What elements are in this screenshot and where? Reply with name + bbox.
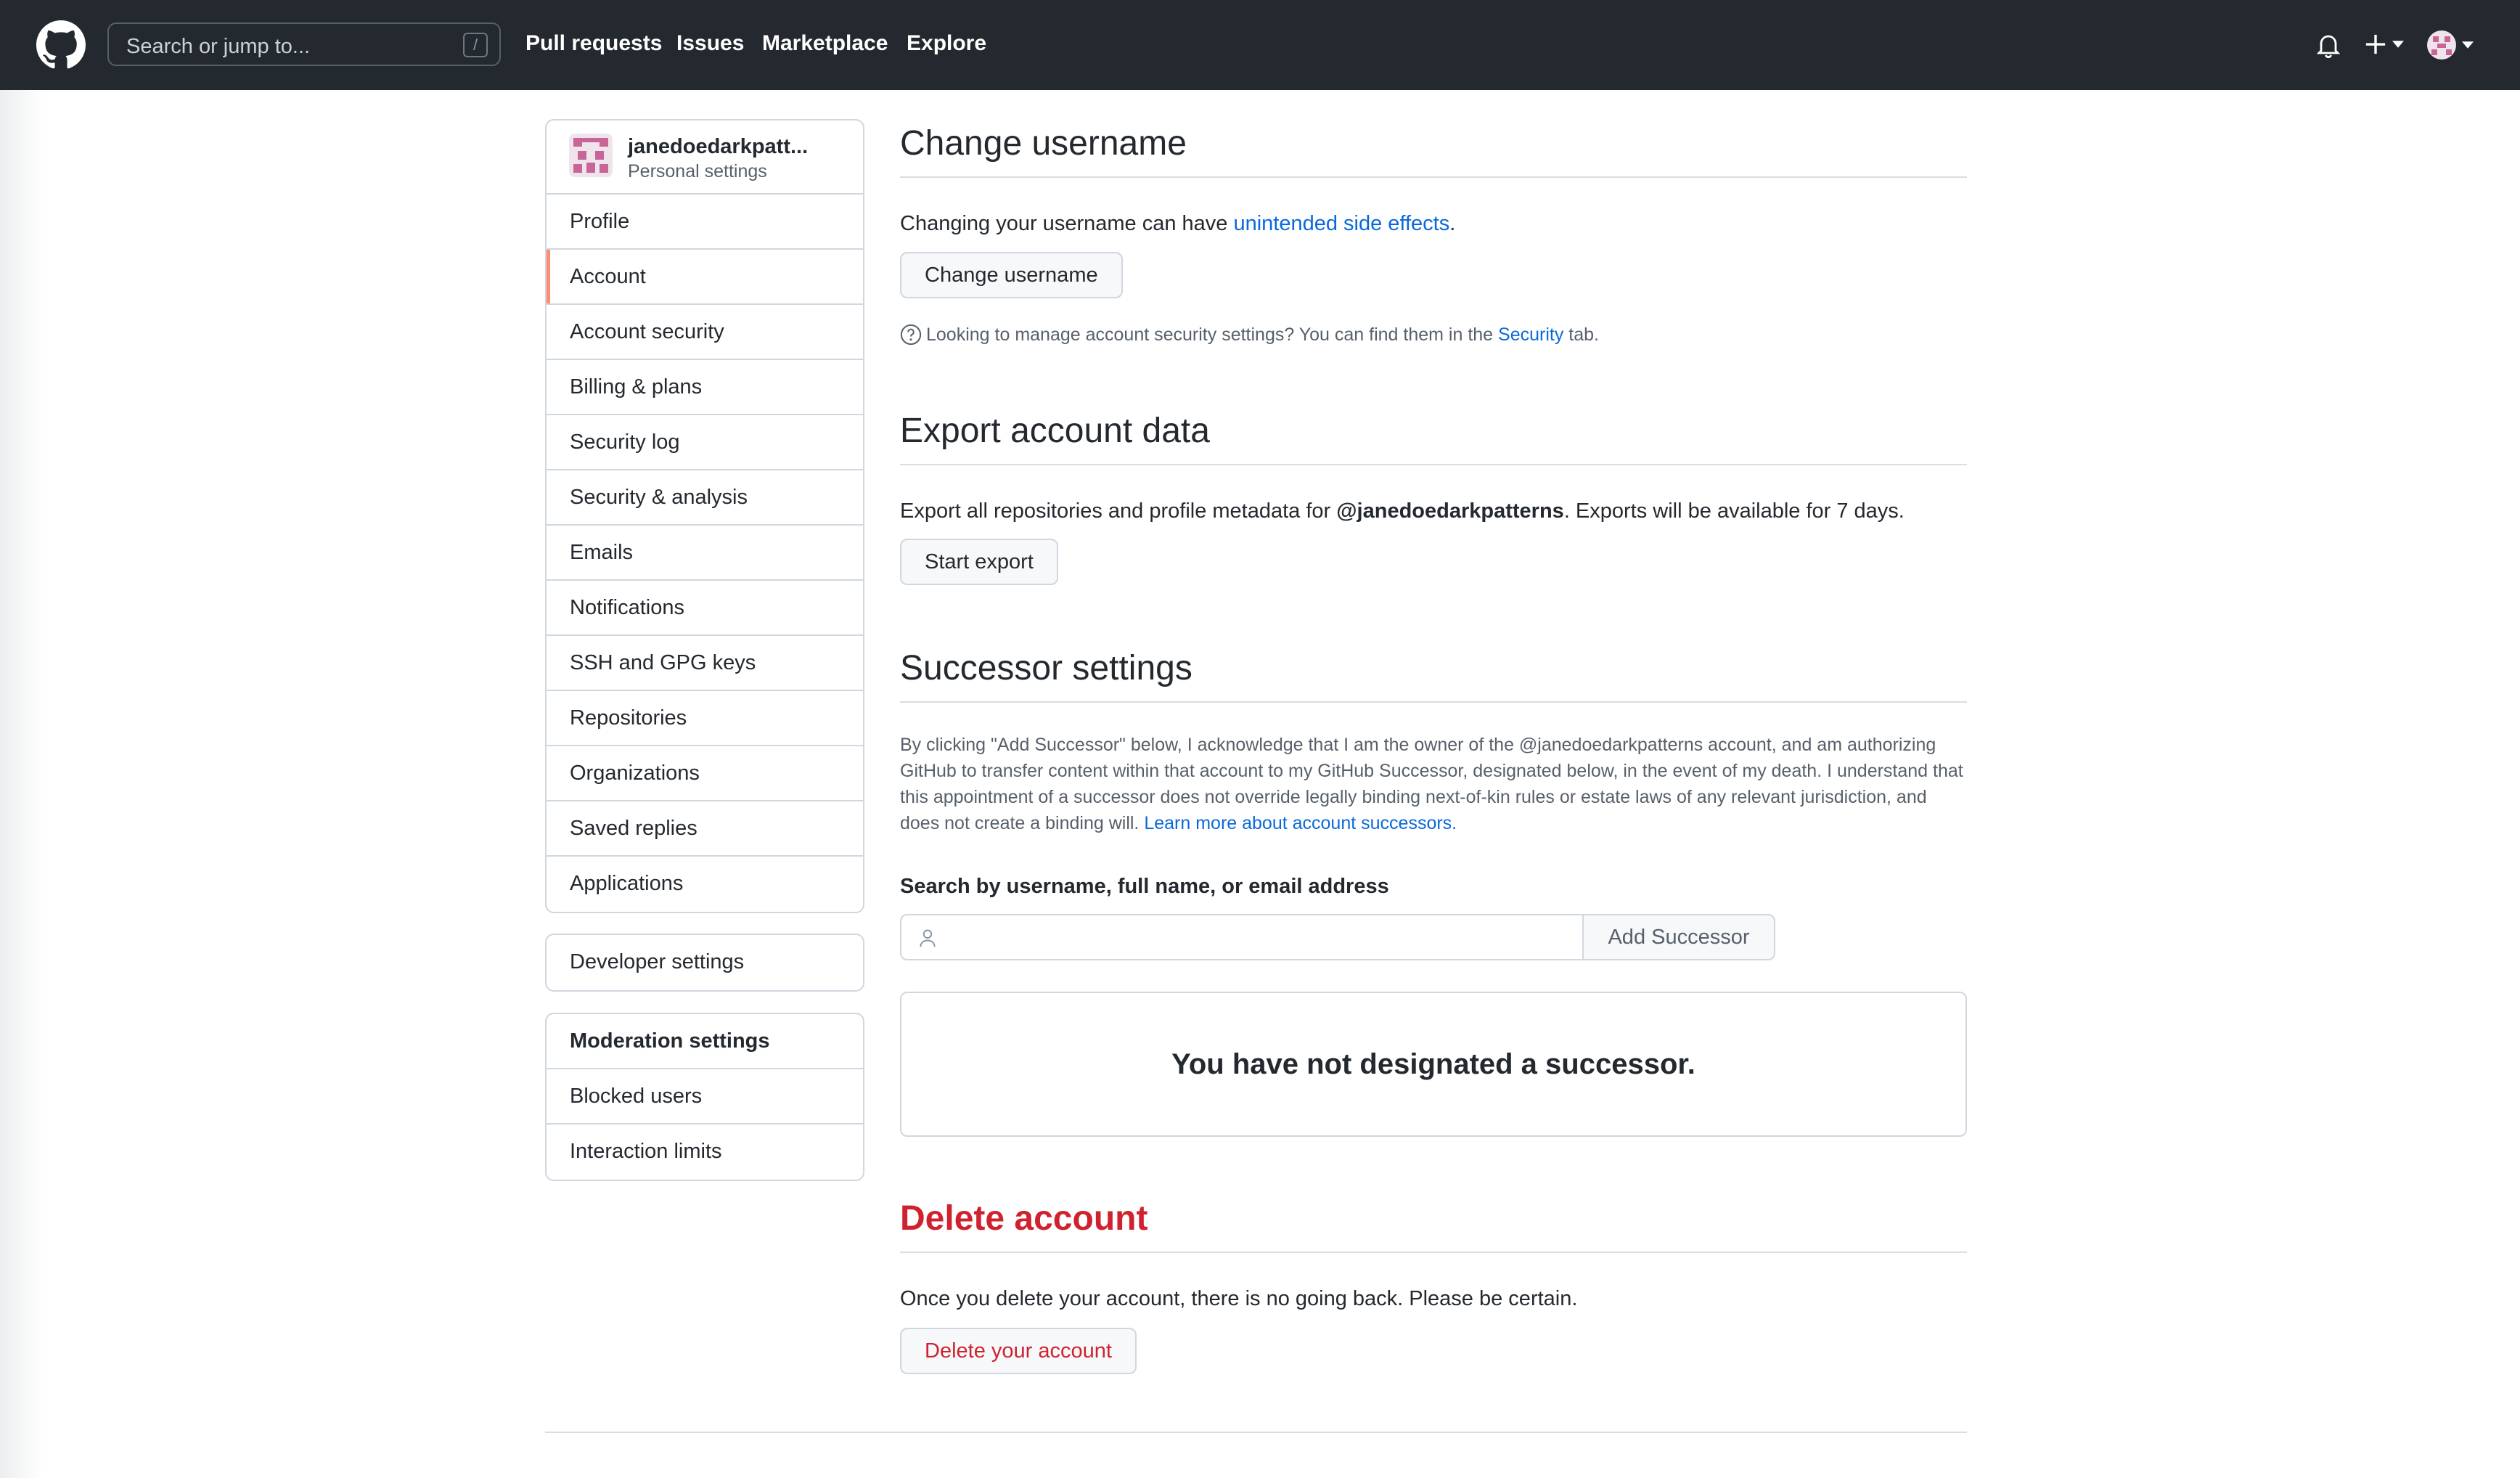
start-export-button[interactable]: Start export	[900, 539, 1058, 585]
successor-search-label: Search by username, full name, or email …	[900, 875, 1389, 898]
export-text-after: . Exports will be available for 7 days.	[1563, 499, 1905, 523]
sidebar-item-organizations[interactable]: Organizations	[547, 746, 863, 801]
sidebar-item-emails[interactable]: Emails	[547, 526, 863, 581]
security-note: Looking to manage account security setti…	[900, 324, 1599, 346]
sidebar-item-account-security[interactable]: Account security	[547, 305, 863, 360]
notifications-bell-icon[interactable]	[2317, 33, 2340, 58]
sidebar-item-profile[interactable]: Profile	[547, 195, 863, 250]
github-logo-icon[interactable]	[36, 20, 86, 70]
sidebar-item-ssh-gpg-keys[interactable]: SSH and GPG keys	[547, 636, 863, 691]
delete-account-text: Once you delete your account, there is n…	[900, 1287, 1578, 1310]
export-text: Export all repositories and profile meta…	[900, 499, 1905, 523]
settings-menu-header: janedoedarkpatt... Personal settings	[547, 121, 863, 195]
menu-subtitle: Personal settings	[628, 161, 767, 181]
add-successor-button[interactable]: Add Successor	[1582, 914, 1775, 960]
change-username-text: Changing your username can have unintend…	[900, 212, 1455, 236]
sidebar-item-applications[interactable]: Applications	[547, 857, 863, 912]
sidebar-item-billing[interactable]: Billing & plans	[547, 360, 863, 415]
successor-search-group: Add Successor	[900, 914, 1775, 960]
successor-settings-title: Successor settings	[900, 648, 1967, 703]
sidebar-item-saved-replies[interactable]: Saved replies	[547, 801, 863, 857]
search-placeholder: Search or jump to...	[126, 35, 311, 58]
change-username-title: Change username	[900, 123, 1967, 178]
caret-down-icon	[2392, 41, 2404, 48]
sidebar-item-notifications[interactable]: Notifications	[547, 581, 863, 636]
sidebar-item-developer-settings[interactable]: Developer settings	[547, 935, 863, 990]
nav-marketplace[interactable]: Marketplace	[762, 31, 888, 56]
successor-paragraph: By clicking "Add Successor" below, I ack…	[900, 732, 1967, 836]
top-header: Search or jump to... / Pull requests Iss…	[0, 0, 2520, 90]
page-edge-shade	[0, 90, 44, 1478]
user-menu-dropdown[interactable]	[2427, 30, 2485, 60]
export-handle: @janedoedarkpatterns	[1336, 499, 1564, 523]
sidebar-item-security-analysis[interactable]: Security & analysis	[547, 470, 863, 526]
security-note-before: Looking to manage account security setti…	[926, 324, 1499, 345]
nav-pull-requests[interactable]: Pull requests	[525, 31, 662, 56]
plus-icon	[2365, 34, 2386, 54]
security-note-after: tab.	[1563, 324, 1599, 345]
export-account-title: Export account data	[900, 411, 1967, 465]
person-icon	[920, 929, 936, 947]
sidebar-item-interaction-limits[interactable]: Interaction limits	[547, 1124, 863, 1180]
unintended-side-effects-link[interactable]: unintended side effects	[1233, 212, 1449, 235]
search-input[interactable]: Search or jump to... /	[107, 23, 501, 66]
moderation-settings-menu: Moderation settings Blocked users Intera…	[545, 1013, 864, 1181]
sidebar-item-account[interactable]: Account	[547, 250, 863, 305]
footer-divider	[545, 1432, 1967, 1433]
sidebar-item-blocked-users[interactable]: Blocked users	[547, 1069, 863, 1124]
successor-search-input[interactable]	[900, 914, 1584, 960]
nav-issues[interactable]: Issues	[676, 31, 744, 56]
security-tab-link[interactable]: Security	[1498, 324, 1563, 345]
nav-explore[interactable]: Explore	[907, 31, 986, 56]
moderation-settings-heading: Moderation settings	[547, 1014, 863, 1069]
change-username-text-before: Changing your username can have	[900, 212, 1234, 235]
change-username-button[interactable]: Change username	[900, 252, 1123, 298]
create-new-dropdown[interactable]	[2365, 32, 2423, 58]
delete-account-title: Delete account	[900, 1199, 1967, 1253]
successor-empty-state: You have not designated a successor.	[900, 992, 1967, 1137]
caret-down-icon	[2462, 41, 2474, 49]
change-username-text-after: .	[1449, 212, 1456, 235]
slash-shortcut-icon: /	[463, 33, 488, 57]
learn-more-successors-link[interactable]: Learn more about account successors.	[1144, 813, 1457, 833]
sidebar-item-repositories[interactable]: Repositories	[547, 691, 863, 746]
question-circle-icon	[900, 324, 922, 346]
successor-empty-text: You have not designated a successor.	[1171, 1048, 1695, 1080]
avatar	[2427, 30, 2456, 60]
settings-menu: janedoedarkpatt... Personal settings Pro…	[545, 119, 864, 913]
delete-account-button[interactable]: Delete your account	[900, 1328, 1137, 1374]
menu-username[interactable]: janedoedarkpatt...	[628, 135, 808, 159]
sidebar-item-security-log[interactable]: Security log	[547, 415, 863, 470]
developer-settings-menu: Developer settings	[545, 934, 864, 992]
profile-avatar	[569, 134, 613, 177]
export-text-before: Export all repositories and profile meta…	[900, 499, 1337, 523]
